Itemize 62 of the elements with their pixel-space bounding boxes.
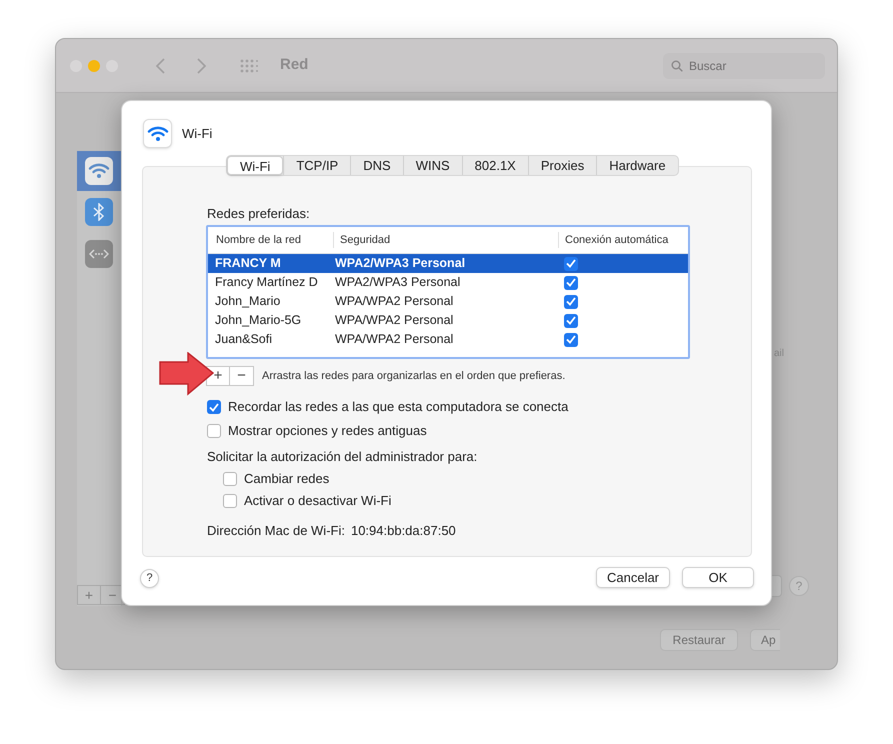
tab[interactable]: 802.1X <box>462 156 528 175</box>
checkbox[interactable] <box>207 400 221 414</box>
grid-icon[interactable] <box>240 58 258 72</box>
ok-button[interactable]: OK <box>682 567 754 588</box>
bluetooth-icon <box>85 198 113 226</box>
sidebar-item[interactable] <box>77 151 121 191</box>
checkbox-label[interactable]: Recordar las redes a las que esta computadora se conecta <box>228 397 568 417</box>
column-header[interactable]: Conexión automática <box>558 232 688 248</box>
network-icon <box>85 240 113 268</box>
mac-label: Dirección Mac de Wi-Fi: <box>207 522 345 540</box>
checkbox-label[interactable]: Mostrar opciones y redes antiguas <box>228 421 427 441</box>
table-cell-text: WPA/WPA2 Personal <box>334 312 454 330</box>
table-row[interactable]: John_Mario WPA/WPA2 Personal <box>208 292 688 311</box>
search-icon <box>671 60 683 72</box>
back-icon[interactable] <box>156 58 165 74</box>
tab[interactable]: Proxies <box>528 156 596 175</box>
tab[interactable]: Wi-Fi <box>227 156 284 175</box>
tab[interactable]: DNS <box>350 156 403 175</box>
column-header[interactable]: Nombre de la red <box>208 232 333 248</box>
settings-button[interactable] <box>772 575 782 597</box>
checkbox[interactable] <box>207 424 221 438</box>
column-header[interactable]: Seguridad <box>333 232 558 248</box>
help-button[interactable]: ? <box>140 569 159 588</box>
sheet-title: Wi-Fi <box>182 124 212 143</box>
checkbox[interactable] <box>223 472 237 486</box>
tab[interactable]: TCP/IP <box>283 156 350 175</box>
table-cell-text: WPA2/WPA3 Personal <box>334 255 466 272</box>
wifi-icon <box>85 157 113 185</box>
checkbox[interactable] <box>564 332 578 346</box>
annotation-arrow <box>158 352 214 396</box>
checkbox-label[interactable]: Activar o desactivar Wi-Fi <box>244 491 392 511</box>
checkbox[interactable] <box>564 294 578 308</box>
tab[interactable]: WINS <box>402 156 462 175</box>
forward-icon[interactable] <box>197 58 206 74</box>
checkbox[interactable] <box>564 276 578 290</box>
wifi-icon <box>143 119 172 148</box>
table-cell-text: FRANCY M <box>214 255 282 272</box>
table-cell-text: WPA/WPA2 Personal <box>334 331 454 348</box>
checkbox[interactable] <box>564 314 578 328</box>
table-row[interactable]: FRANCY M WPA2/WPA3 Personal <box>208 254 688 273</box>
table-cell-text: Francy Martínez D <box>214 274 319 292</box>
table-cell-text: John_Mario <box>214 293 282 310</box>
search-field[interactable]: Buscar <box>663 52 825 78</box>
checkbox[interactable] <box>223 494 237 508</box>
hint-text: Arrastra las redes para organizarlas en el orden que prefieras. <box>262 368 566 384</box>
tab[interactable]: Hardware <box>596 156 678 175</box>
table-row[interactable]: Juan&Sofi WPA/WPA2 Personal <box>208 330 688 349</box>
minimize-icon[interactable] <box>88 60 100 72</box>
table-row[interactable]: John_Mario-5G WPA/WPA2 Personal <box>208 311 688 330</box>
table-cell-text: WPA/WPA2 Personal <box>334 293 454 310</box>
table-row[interactable]: Francy Martínez D WPA2/WPA3 Personal <box>208 273 688 292</box>
checkbox-label[interactable]: Cambiar redes <box>244 469 330 489</box>
cancel-button[interactable]: Cancelar <box>596 567 670 588</box>
section-label: Solicitar la autorización del administrador para: <box>207 448 478 466</box>
checkbox[interactable] <box>564 256 578 270</box>
section-label: Redes preferidas: <box>207 205 310 223</box>
table-cell-text: WPA2/WPA3 Personal <box>334 274 462 292</box>
remove-button[interactable]: − <box>230 366 254 386</box>
window-title: Red <box>280 55 308 76</box>
table-cell-text: Juan&Sofi <box>214 331 273 348</box>
table-cell-text: John_Mario-5G <box>214 312 302 330</box>
mac-address: 10:94:bb:da:87:50 <box>350 522 456 540</box>
